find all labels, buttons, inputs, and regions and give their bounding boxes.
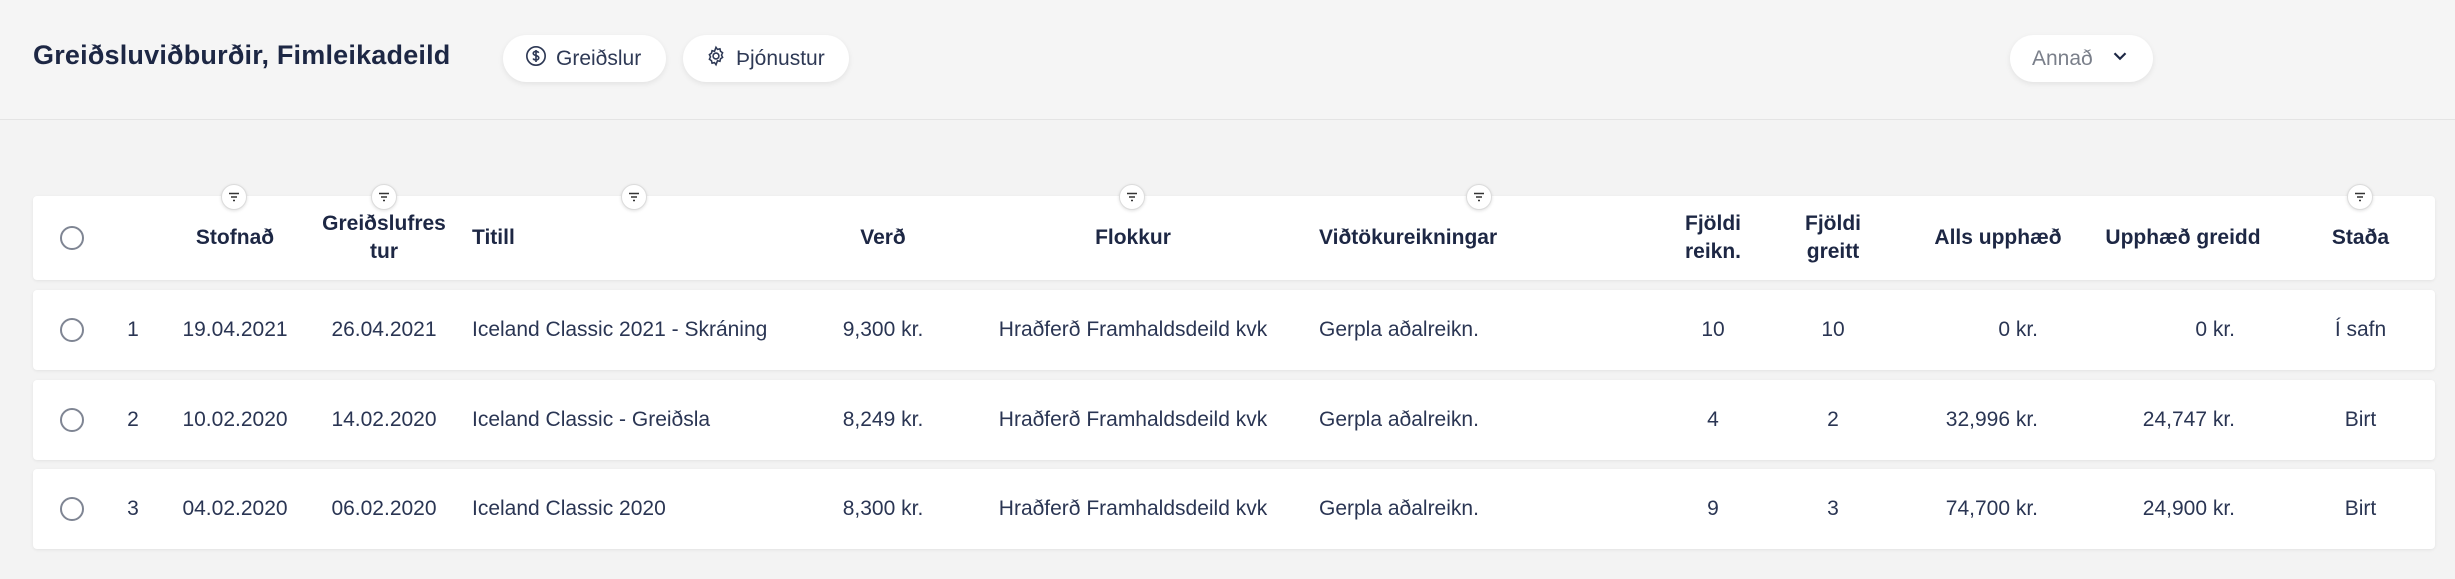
- column-header-price[interactable]: Verð: [833, 196, 933, 280]
- column-header-due-date-line2: tur: [370, 240, 398, 263]
- cell-created: 04.02.2020: [182, 497, 288, 520]
- cell-paid-count: 10: [1821, 318, 1845, 341]
- cell-paid-count: 2: [1827, 408, 1839, 431]
- gear-icon: [705, 45, 727, 73]
- page-title: Greiðsluviðburðir, Fimleikadeild: [33, 40, 451, 70]
- column-header-category[interactable]: Flokkur: [1073, 196, 1193, 280]
- column-header-amount-paid[interactable]: Upphæð greidd: [2093, 196, 2273, 280]
- cell-invoice-count: 9: [1707, 497, 1719, 520]
- cell-amount-paid: 0 kr.: [2195, 318, 2235, 341]
- column-header-total-amount[interactable]: Alls upphæð: [1923, 196, 2073, 280]
- table-header-row: Stofnað Greiðslufres tur Titill Verð Flo…: [33, 184, 2435, 280]
- cell-status: Birt: [2344, 497, 2377, 520]
- cell-due-date: 14.02.2020: [331, 408, 437, 431]
- cell-invoice-count: 10: [1701, 318, 1725, 341]
- cell-total-amount: 32,996 kr.: [1945, 408, 2038, 431]
- cell-total-amount: 74,700 kr.: [1945, 497, 2038, 520]
- cell-status: Birt: [2344, 408, 2377, 431]
- services-button-label: Þjónustur: [736, 46, 825, 70]
- cell-amount-paid: 24,747 kr.: [2142, 408, 2235, 431]
- payments-button-label: Greiðslur: [556, 46, 642, 70]
- cell-price: 8,300 kr.: [842, 497, 924, 520]
- cell-amount-paid: 24,900 kr.: [2142, 497, 2235, 520]
- cell-receiving-account: Gerpla aðalreikn.: [1319, 497, 1479, 520]
- row-select-radio[interactable]: [60, 497, 84, 521]
- table-row[interactable]: 2 10.02.2020 14.02.2020 Iceland Classic …: [33, 380, 2435, 460]
- column-header-created[interactable]: Stofnað: [183, 196, 287, 280]
- dollar-circle-icon: [525, 45, 547, 73]
- cell-total-amount: 0 kr.: [1998, 318, 2038, 341]
- row-select-radio[interactable]: [60, 318, 84, 342]
- chevron-down-icon: [2109, 45, 2131, 73]
- cell-title[interactable]: Iceland Classic 2021 - Skráning: [472, 290, 812, 370]
- column-header-paid-count-line2: greitt: [1806, 240, 1860, 263]
- cell-category: Hraðferð Framhaldsdeild kvk: [998, 318, 1268, 341]
- column-header-receiving-accounts[interactable]: Viðtökureikningar: [1319, 196, 1559, 280]
- cell-due-date: 26.04.2021: [331, 318, 437, 341]
- cell-category: Hraðferð Framhaldsdeild kvk: [998, 408, 1268, 431]
- column-header-status[interactable]: Staða: [2313, 196, 2408, 280]
- cell-category: Hraðferð Framhaldsdeild kvk: [998, 497, 1268, 520]
- row-index: 3: [127, 497, 139, 520]
- table-row[interactable]: 3 04.02.2020 06.02.2020 Iceland Classic …: [33, 469, 2435, 549]
- cell-invoice-count: 4: [1707, 408, 1719, 431]
- cell-price: 8,249 kr.: [842, 408, 924, 431]
- cell-title[interactable]: Iceland Classic - Greiðsla: [472, 380, 812, 460]
- column-header-invoice-count-line2: reikn.: [1684, 240, 1742, 263]
- select-all-radio[interactable]: [60, 226, 84, 250]
- row-index: 1: [127, 318, 139, 341]
- row-index: 2: [127, 408, 139, 431]
- column-header-title[interactable]: Titill: [472, 196, 672, 280]
- column-header-due-date-line1: Greiðslufres: [322, 212, 446, 235]
- row-select-radio[interactable]: [60, 408, 84, 432]
- cell-paid-count: 3: [1827, 497, 1839, 520]
- cell-created: 10.02.2020: [182, 408, 288, 431]
- cell-due-date: 06.02.2020: [331, 497, 437, 520]
- other-dropdown-label: Annað: [2032, 46, 2093, 70]
- cell-created: 19.04.2021: [182, 318, 288, 341]
- cell-receiving-account: Gerpla aðalreikn.: [1319, 408, 1479, 431]
- other-dropdown[interactable]: Annað: [2010, 35, 2153, 82]
- column-header-invoice-count[interactable]: Fjöldi reikn.: [1673, 196, 1753, 280]
- column-header-paid-count-line1: Fjöldi: [1805, 212, 1861, 235]
- cell-price: 9,300 kr.: [842, 318, 924, 341]
- cell-title[interactable]: Iceland Classic 2020: [472, 469, 812, 549]
- top-bar: Greiðsluviðburðir, Fimleikadeild Greiðsl…: [0, 0, 2455, 120]
- cell-receiving-account: Gerpla aðalreikn.: [1319, 318, 1479, 341]
- table-row[interactable]: 1 19.04.2021 26.04.2021 Iceland Classic …: [33, 290, 2435, 370]
- cell-status: Í safn: [2334, 318, 2387, 341]
- payments-button[interactable]: Greiðslur: [503, 35, 666, 82]
- column-header-paid-count[interactable]: Fjöldi greitt: [1793, 196, 1873, 280]
- column-header-invoice-count-line1: Fjöldi: [1685, 212, 1741, 235]
- column-header-due-date[interactable]: Greiðslufres tur: [314, 196, 454, 280]
- services-button[interactable]: Þjónustur: [683, 35, 849, 82]
